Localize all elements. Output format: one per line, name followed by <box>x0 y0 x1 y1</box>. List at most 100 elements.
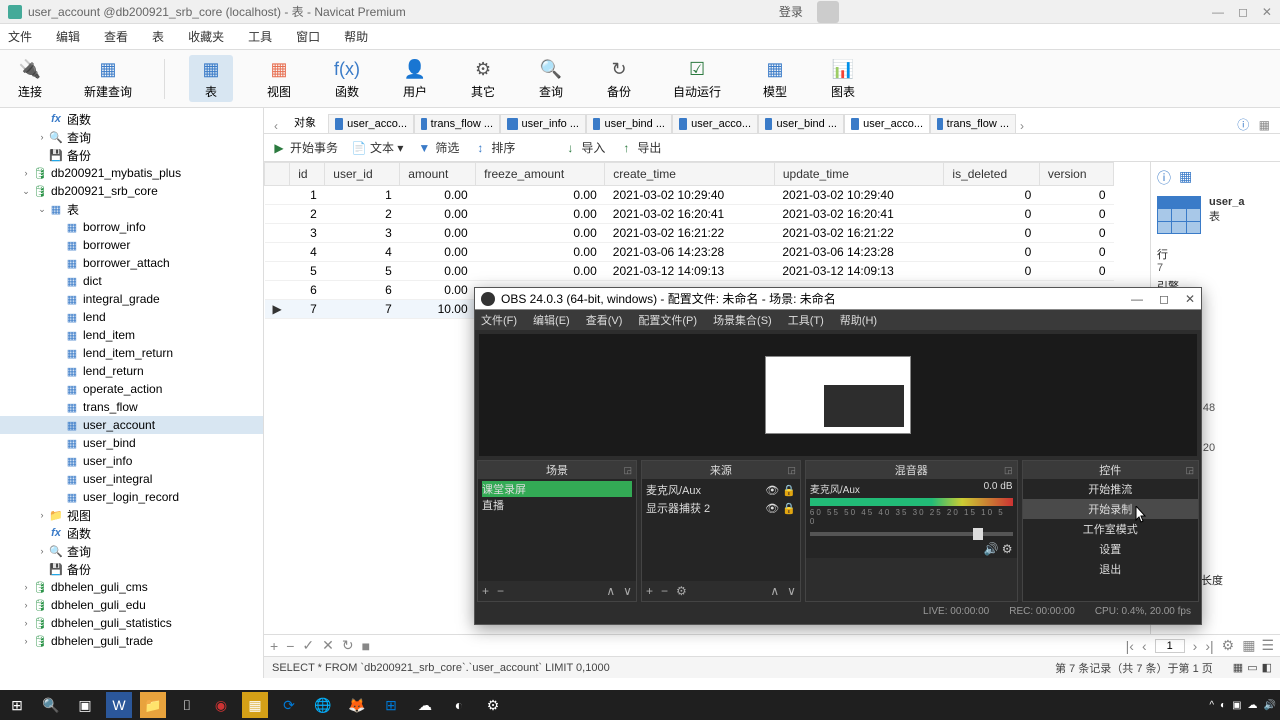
tree-borrow_info[interactable]: ▦borrow_info <box>0 218 263 236</box>
filter-button[interactable]: ▼筛选 <box>417 139 459 156</box>
col-freeze_amount[interactable]: freeze_amount <box>476 163 605 186</box>
tree-表[interactable]: ⌄▦表 <box>0 200 263 218</box>
menu-文件[interactable]: 文件 <box>8 28 32 45</box>
taskbar-app-5[interactable]: ▦ <box>242 692 268 718</box>
tree-备份[interactable]: 💾备份 <box>0 560 263 578</box>
obs-control-开始录制[interactable]: 开始录制 <box>1023 499 1199 519</box>
add-row-button[interactable]: + <box>270 638 278 654</box>
obs-mixer-gear-icon[interactable]: ⚙ <box>1002 542 1013 556</box>
obs-menu-item[interactable]: 编辑(E) <box>533 312 570 328</box>
login-link[interactable]: 登录 <box>779 3 803 20</box>
stop-button[interactable]: ■ <box>362 638 370 654</box>
tool-模型[interactable]: ▦模型 <box>753 55 797 102</box>
tree-dict[interactable]: ▦dict <box>0 272 263 290</box>
obs-source-remove-icon[interactable]: − <box>661 584 668 598</box>
tree-查询[interactable]: ›🔍查询 <box>0 128 263 146</box>
tree-lend_item[interactable]: ▦lend_item <box>0 326 263 344</box>
table-row[interactable]: 330.000.002021-03-02 16:21:222021-03-02 … <box>265 224 1114 243</box>
tray-icon-3[interactable]: ☁ <box>1248 700 1258 711</box>
obs-control-退出[interactable]: 退出 <box>1023 559 1199 579</box>
settings-icon[interactable]: ⚙ <box>1222 637 1235 654</box>
tree-dbhelen_guli_edu[interactable]: ›🛢dbhelen_guli_edu <box>0 596 263 614</box>
close-icon[interactable]: ✕ <box>1262 5 1272 19</box>
obs-preview[interactable] <box>479 334 1197 456</box>
tab-5[interactable]: user_bind ... <box>758 114 844 133</box>
tree-dbhelen_guli_trade[interactable]: ›🛢dbhelen_guli_trade <box>0 632 263 650</box>
tool-自动运行[interactable]: ☑自动运行 <box>665 55 729 102</box>
taskbar-app-1[interactable]: W <box>106 692 132 718</box>
cancel-button[interactable]: ✕ <box>322 637 334 654</box>
obs-source-up-icon[interactable]: ∧ <box>770 584 779 598</box>
tab-4[interactable]: user_acco... <box>672 114 758 133</box>
tree-lend_item_return[interactable]: ▦lend_item_return <box>0 344 263 362</box>
tree-db200921_mybatis_plus[interactable]: ›🛢db200921_mybatis_plus <box>0 164 263 182</box>
tree-备份[interactable]: 💾备份 <box>0 146 263 164</box>
tray-up-icon[interactable]: ^ <box>1209 700 1214 711</box>
task-view-icon[interactable]: ▣ <box>72 692 98 718</box>
next-page-button[interactable]: › <box>1193 638 1198 654</box>
taskbar-app-12[interactable]: ⚙ <box>480 692 506 718</box>
page-input[interactable] <box>1155 639 1185 653</box>
menu-编辑[interactable]: 编辑 <box>56 28 80 45</box>
obs-menu-item[interactable]: 查看(V) <box>586 312 623 328</box>
minimize-icon[interactable]: — <box>1212 5 1224 19</box>
tree-user_login_record[interactable]: ▦user_login_record <box>0 488 263 506</box>
table-row[interactable]: 220.000.002021-03-02 16:20:412021-03-02 … <box>265 205 1114 224</box>
obs-scene-item[interactable]: 直播 <box>482 497 632 513</box>
system-tray[interactable]: ^ ◐ ▣ ☁ 🔊 <box>1209 700 1276 711</box>
tab-7[interactable]: trans_flow ... <box>930 114 1016 133</box>
first-page-button[interactable]: |‹ <box>1126 638 1134 654</box>
ddl-panel-icon[interactable]: ▦ <box>1179 168 1192 188</box>
prev-page-button[interactable]: ‹ <box>1142 638 1147 654</box>
tool-视图[interactable]: ▦视图 <box>257 55 301 102</box>
taskbar-app-7[interactable]: 🌐 <box>310 692 336 718</box>
refresh-button[interactable]: ↻ <box>342 637 354 654</box>
obs-control-开始推流[interactable]: 开始推流 <box>1023 479 1199 499</box>
col-id[interactable]: id <box>290 163 325 186</box>
taskbar-app-10[interactable]: ☁ <box>412 692 438 718</box>
last-page-button[interactable]: ›| <box>1205 638 1213 654</box>
user-avatar-icon[interactable] <box>817 1 839 23</box>
obs-source-item[interactable]: 显示器捕获 2👁 🔒 <box>646 499 796 517</box>
status-icon-2[interactable]: ▭ <box>1247 661 1257 674</box>
tool-新建查询[interactable]: ▦新建查询 <box>76 55 140 102</box>
tool-函数[interactable]: f(x)函数 <box>325 55 369 102</box>
obs-window[interactable]: OBS 24.0.3 (64-bit, windows) - 配置文件: 未命名… <box>474 287 1202 625</box>
form-view-icon[interactable]: ☰ <box>1261 637 1274 654</box>
tray-icon-1[interactable]: ◐ <box>1220 700 1226 711</box>
grid-view-icon[interactable]: ▦ <box>1242 637 1255 654</box>
menu-帮助[interactable]: 帮助 <box>344 28 368 45</box>
taskbar-app-6[interactable]: ⟳ <box>276 692 302 718</box>
windows-taskbar[interactable]: ⊞ 🔍 ▣ W 📁 ⌷ ◉ ▦ ⟳ 🌐 🦊 ⊞ ☁ ◐ ⚙ ^ ◐ ▣ ☁ 🔊 <box>0 690 1280 720</box>
tabs-back-icon[interactable]: ‹ <box>270 119 282 133</box>
obs-menu-item[interactable]: 文件(F) <box>481 312 517 328</box>
obs-scene-down-icon[interactable]: ∨ <box>623 584 632 598</box>
taskbar-app-4[interactable]: ◉ <box>208 692 234 718</box>
tab-1[interactable]: trans_flow ... <box>414 114 500 133</box>
status-icon-3[interactable]: ◧ <box>1262 661 1272 674</box>
obs-control-设置[interactable]: 设置 <box>1023 539 1199 559</box>
menu-表[interactable]: 表 <box>152 28 164 45</box>
tree-borrower_attach[interactable]: ▦borrower_attach <box>0 254 263 272</box>
tree-user_account[interactable]: ▦user_account <box>0 416 263 434</box>
obs-source-down-icon[interactable]: ∨ <box>787 584 796 598</box>
table-row[interactable]: 440.000.002021-03-06 14:23:282021-03-06 … <box>265 243 1114 262</box>
col-version[interactable]: version <box>1039 163 1113 186</box>
tool-其它[interactable]: ⚙其它 <box>461 55 505 102</box>
tree-user_bind[interactable]: ▦user_bind <box>0 434 263 452</box>
obs-scene-up-icon[interactable]: ∧ <box>606 584 615 598</box>
tab-0[interactable]: user_acco... <box>328 114 414 133</box>
obs-menu-item[interactable]: 场景集合(S) <box>713 312 772 328</box>
start-button[interactable]: ⊞ <box>4 692 30 718</box>
obs-menu-item[interactable]: 帮助(H) <box>840 312 877 328</box>
tray-icon-2[interactable]: ▣ <box>1232 700 1241 711</box>
tool-用户[interactable]: 👤用户 <box>393 55 437 102</box>
tool-连接[interactable]: 🔌连接 <box>8 55 52 102</box>
taskbar-app-2[interactable]: 📁 <box>140 692 166 718</box>
apply-button[interactable]: ✓ <box>302 637 314 654</box>
tree-integral_grade[interactable]: ▦integral_grade <box>0 290 263 308</box>
menu-收藏夹[interactable]: 收藏夹 <box>188 28 224 45</box>
tree-db200921_srb_core[interactable]: ⌄🛢db200921_srb_core <box>0 182 263 200</box>
tray-icon-4[interactable]: 🔊 <box>1264 700 1276 711</box>
tree-函数[interactable]: fx函数 <box>0 110 263 128</box>
